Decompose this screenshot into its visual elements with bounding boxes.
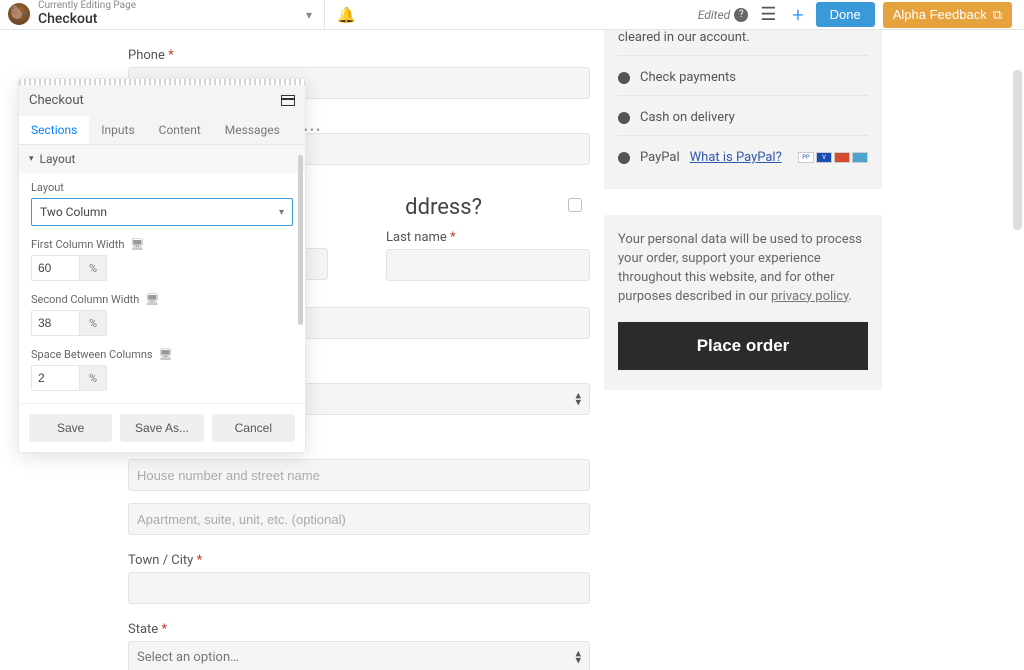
second-col-input[interactable]: [31, 310, 79, 336]
sort-arrows-icon: ▴▾: [575, 650, 581, 663]
ship-checkbox[interactable]: [568, 198, 582, 212]
desktop-icon[interactable]: 🖥: [130, 238, 144, 251]
field-label-lastname: Last name *: [386, 230, 590, 245]
radio-icon: [618, 152, 630, 164]
tab-messages[interactable]: Messages: [213, 116, 292, 144]
done-button[interactable]: Done: [816, 2, 875, 27]
first-col-input[interactable]: [31, 255, 79, 281]
panel-body: ▾ Layout Layout Two Column ▾ First Colum…: [19, 145, 305, 403]
tab-sections[interactable]: Sections: [19, 116, 89, 144]
second-col-label: Second Column Width 🖥: [31, 293, 293, 306]
panel-scrollbar[interactable]: [298, 155, 303, 325]
panel-footer: Save Save As... Cancel: [19, 403, 305, 452]
plus-icon[interactable]: +: [788, 3, 807, 27]
unit-label: %: [79, 310, 107, 336]
chevron-down-icon[interactable]: ▾: [306, 8, 312, 22]
save-as-button[interactable]: Save As...: [120, 414, 203, 442]
alpha-feedback-button[interactable]: Alpha Feedback ⧉: [883, 2, 1012, 28]
save-button[interactable]: Save: [29, 414, 112, 442]
desktop-icon[interactable]: 🖥: [145, 293, 159, 306]
paypal-link[interactable]: What is PayPal?: [690, 150, 782, 165]
bell-icon[interactable]: 🔔: [337, 6, 356, 24]
privacy-text: Your personal data will be used to proce…: [618, 231, 868, 306]
first-col-label: First Column Width 🖥: [31, 238, 293, 251]
desktop-icon[interactable]: 🖥: [159, 348, 173, 361]
last-name-input[interactable]: [386, 249, 590, 281]
pay-label: Cash on delivery: [640, 110, 735, 125]
pay-row-paypal[interactable]: PayPal What is PayPal? PP V: [618, 135, 868, 175]
topbar-right: Edited ? ☰ + Done Alpha Feedback ⧉: [698, 2, 1012, 28]
window-icon[interactable]: [281, 95, 295, 106]
space-input[interactable]: [31, 365, 79, 391]
privacy-box: Your personal data will be used to proce…: [604, 215, 882, 390]
radio-icon: [618, 72, 630, 84]
street1-input[interactable]: [128, 459, 590, 491]
chevron-down-icon: ▾: [29, 154, 34, 164]
payment-box: cleared in our account. Check payments C…: [604, 30, 882, 189]
pay-row-cod[interactable]: Cash on delivery: [618, 95, 868, 135]
field-label-town: Town / City *: [128, 553, 590, 568]
pay-row-check[interactable]: Check payments: [618, 55, 868, 95]
state-select[interactable]: Select an option… ▴▾: [128, 641, 590, 670]
pay-label: PayPal: [640, 150, 680, 165]
card-icons: PP V: [798, 152, 868, 163]
editing-label: Currently Editing Page: [38, 1, 136, 11]
alpha-label: Alpha Feedback: [893, 7, 987, 22]
page-title: Checkout: [38, 11, 136, 28]
settings-panel: Checkout Sections Inputs Content Message…: [18, 78, 306, 453]
paypal-card-icon: PP: [798, 152, 814, 163]
mastercard-icon: [834, 152, 850, 163]
unit-label: %: [79, 365, 107, 391]
layout-select[interactable]: Two Column ▾: [31, 198, 293, 226]
street2-input[interactable]: [128, 503, 590, 535]
unit-label: %: [79, 255, 107, 281]
title-block: Currently Editing Page Checkout: [38, 1, 136, 28]
tab-content[interactable]: Content: [147, 116, 213, 144]
place-order-button[interactable]: Place order: [618, 322, 868, 370]
layout-label: Layout: [31, 181, 293, 194]
outline-icon[interactable]: ☰: [756, 2, 780, 27]
edited-label: Edited: [698, 8, 730, 22]
space-label: Space Between Columns 🖥: [31, 348, 293, 361]
help-icon[interactable]: ?: [734, 8, 748, 22]
scrollbar[interactable]: [1013, 70, 1022, 230]
beaver-logo-icon: 🦫: [8, 3, 30, 25]
external-link-icon: ⧉: [993, 7, 1002, 23]
panel-title: Checkout: [29, 93, 84, 108]
amex-card-icon: [852, 152, 868, 163]
panel-header: Checkout: [19, 85, 305, 116]
edited-status: Edited ?: [698, 8, 748, 22]
panel-tabs: Sections Inputs Content Messages •••: [19, 116, 305, 145]
cancel-button[interactable]: Cancel: [212, 414, 295, 442]
visa-card-icon: V: [816, 152, 832, 163]
topbar-left: 🦫 Currently Editing Page Checkout: [0, 1, 136, 28]
sort-arrows-icon: ▴▾: [575, 392, 581, 405]
cart-column: cleared in our account. Check payments C…: [604, 30, 882, 390]
group-label: Layout: [40, 152, 76, 166]
pay-label: Check payments: [640, 70, 736, 85]
chevron-down-icon: ▾: [279, 207, 284, 218]
state-placeholder: Select an option…: [137, 650, 239, 665]
tab-inputs[interactable]: Inputs: [89, 116, 146, 144]
tab-more-icon[interactable]: •••: [292, 116, 334, 144]
group-layout[interactable]: ▾ Layout: [19, 145, 305, 173]
radio-icon: [618, 112, 630, 124]
cleared-text: cleared in our account.: [618, 30, 868, 55]
town-input[interactable]: [128, 572, 590, 604]
canvas: Phone * ddress? Last name * ▴▾: [0, 30, 1024, 670]
field-label-state: State *: [128, 622, 590, 637]
privacy-link[interactable]: privacy policy: [771, 289, 849, 304]
divider: [324, 0, 325, 30]
layout-value: Two Column: [40, 205, 107, 219]
field-label-phone: Phone *: [128, 48, 590, 63]
top-bar: 🦫 Currently Editing Page Checkout ▾ 🔔 Ed…: [0, 0, 1024, 30]
